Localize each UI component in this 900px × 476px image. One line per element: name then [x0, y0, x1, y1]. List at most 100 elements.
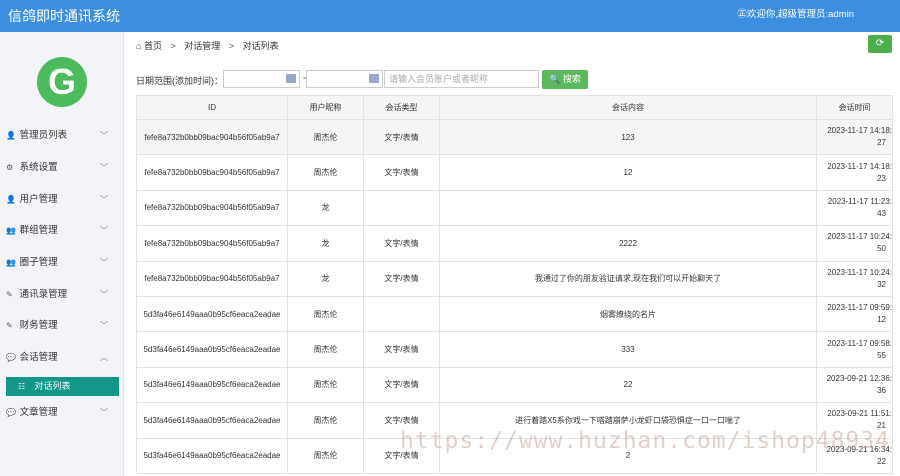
- end-date-input[interactable]: [306, 70, 383, 88]
- cell-id: fefe8a732b0bb09bac904b56f05ab9a7: [136, 118, 288, 156]
- cell-type: 文字/表情: [363, 225, 440, 262]
- cell-time-seconds: 22: [877, 456, 886, 466]
- sidebar-item-label: 圈子管理: [19, 257, 58, 268]
- cell-time-date: 2023-11-17 10:24:: [827, 232, 892, 242]
- cell-content: 333: [439, 331, 817, 368]
- sidebar-item-contacts-management[interactable]: ✎ 通讯录管理 ﹀: [0, 280, 124, 310]
- search-icon: 🔍: [549, 74, 561, 84]
- cell-type: 文字/表情: [363, 260, 440, 297]
- top-bar: 信鸽即时通讯系统 ㊣欢迎你,超级管理员:admin: [0, 0, 900, 32]
- edit-icon: ✎: [6, 321, 13, 330]
- sidebar-item-label: 通讯录管理: [19, 289, 68, 300]
- table-row[interactable]: fefe8a732b0bb09bac904b56f05ab9a7 龙 文字/表情…: [136, 260, 893, 297]
- table-row[interactable]: fefe8a732b0bb09bac904b56f05ab9a7 龙 2023-…: [136, 189, 893, 227]
- date-range-label: 日期范围(添加时间)：: [136, 76, 223, 86]
- sidebar-item-group-management[interactable]: 👥 群组管理 ﹀: [0, 216, 124, 246]
- cell-time: 2023-11-17 09:58: 55: [816, 331, 893, 368]
- cell-nickname: 周杰伦: [287, 366, 364, 404]
- edit-icon: ✎: [6, 290, 13, 299]
- cell-time-date: 2023-11-17 09:59:: [827, 303, 892, 313]
- chevron-down-icon: ﹀: [100, 290, 108, 299]
- column-header-nickname[interactable]: 用户昵称: [287, 95, 364, 120]
- cell-id: fefe8a732b0bb09bac904b56f05ab9a7: [136, 225, 288, 262]
- breadcrumb-separator: >: [228, 41, 235, 51]
- cell-id: 5d3fa46e6149aaa0b95cf6eaca2eadae: [136, 366, 288, 404]
- cell-nickname: 龙: [287, 225, 364, 262]
- sidebar-item-user-management[interactable]: 👤 用户管理 ﹀: [0, 185, 124, 215]
- cell-time-date: 2023-11-17 14:18:: [827, 161, 892, 171]
- cell-nickname: 周杰伦: [287, 331, 364, 368]
- breadcrumb-home[interactable]: 首页: [144, 41, 162, 51]
- cell-type: 文字/表情: [363, 331, 440, 368]
- cell-content: 2222: [439, 225, 817, 262]
- cell-type: [363, 295, 440, 333]
- sidebar-item-conversation-management[interactable]: 💬 会话管理 ︿: [0, 343, 124, 373]
- main-content: ⌂ 首页 > 对话管理 > 对话列表 ⟳ 日期范围(添加时间)： - 请输入会员…: [124, 32, 900, 476]
- sidebar-subitem-conversation-list[interactable]: ☷ 对话列表: [6, 377, 119, 396]
- cell-time-date: 2023-11-17 10:24:: [827, 267, 892, 277]
- cell-time-date: 2023-09-21 11:51:: [827, 409, 892, 419]
- filter-bar: 日期范围(添加时间)： - 请输入会员账户或者昵称 🔍 搜索: [136, 70, 896, 90]
- cell-time-date: 2023-09-21 12:36:: [826, 373, 892, 383]
- sidebar-item-admin-list[interactable]: 👤 管理员列表 ﹀: [0, 121, 124, 151]
- cell-time: 2023-11-17 14:18: 27: [816, 118, 893, 156]
- cell-id: 5d3fa46e6149aaa0b95cf6eaca2eadae: [136, 402, 288, 439]
- table-row[interactable]: 5d3fa46e6149aaa0b95cf6eaca2eadae 周杰伦 文字/…: [136, 366, 893, 404]
- breadcrumb: ⌂ 首页 > 对话管理 > 对话列表: [136, 39, 279, 52]
- cell-nickname: 龙: [287, 189, 364, 227]
- cell-type: [363, 189, 440, 227]
- sidebar-item-label: 文章管理: [19, 407, 58, 418]
- sidebar-item-system-settings[interactable]: ⚙ 系统设置 ﹀: [0, 153, 124, 183]
- conversation-table: ID 用户昵称 会话类型 会话内容 会话时间 fefe8a732b0bb09ba…: [136, 95, 893, 474]
- table-row[interactable]: fefe8a732b0bb09bac904b56f05ab9a7 周杰伦 文字/…: [136, 118, 893, 156]
- sidebar-item-label: 用户管理: [19, 194, 58, 205]
- users-icon: 👥: [6, 258, 16, 267]
- cell-content: 12: [439, 154, 817, 191]
- sidebar: G 👤 管理员列表 ﹀ ⚙ 系统设置 ﹀ 👤 用户管理 ﹀ 👥 群组管理 ﹀ 👥…: [0, 32, 124, 476]
- users-icon: 👥: [6, 226, 16, 235]
- table-row[interactable]: fefe8a732b0bb09bac904b56f05ab9a7 龙 文字/表情…: [136, 225, 893, 262]
- keyword-input[interactable]: 请输入会员账户或者昵称: [384, 70, 539, 88]
- start-date-input[interactable]: [223, 70, 300, 88]
- search-button-label: 搜索: [562, 74, 581, 84]
- column-header-time[interactable]: 会话时间: [816, 95, 893, 120]
- sidebar-item-label: 财务管理: [19, 320, 58, 331]
- sidebar-item-article-management[interactable]: 💬 文章管理 ﹀: [0, 398, 124, 428]
- cell-time-date: 2023-11-17 11:23:: [827, 196, 892, 206]
- cell-time-seconds: 55: [877, 350, 886, 360]
- column-header-id[interactable]: ID: [136, 95, 288, 120]
- sidebar-item-label: 管理员列表: [19, 130, 68, 141]
- cell-time-date: 2023-11-17 14:18:: [827, 126, 892, 136]
- comment-icon: 💬: [6, 353, 16, 362]
- table-row[interactable]: fefe8a732b0bb09bac904b56f05ab9a7 周杰伦 文字/…: [136, 154, 893, 191]
- table-row[interactable]: 5d3fa46e6149aaa0b95cf6eaca2eadae 周杰伦 文字/…: [136, 331, 893, 368]
- comment-icon: 💬: [6, 408, 16, 417]
- welcome-text[interactable]: ㊣欢迎你,超级管理员:admin: [737, 0, 854, 30]
- cell-type: 文字/表情: [363, 366, 440, 404]
- calendar-icon: [369, 74, 379, 83]
- breadcrumb-level2: 对话列表: [242, 41, 279, 51]
- column-header-content[interactable]: 会话内容: [439, 95, 817, 120]
- user-icon: 👤: [6, 131, 16, 140]
- sidebar-item-finance-management[interactable]: ✎ 财务管理 ﹀: [0, 311, 124, 341]
- list-icon: ☷: [18, 382, 26, 391]
- cell-time: 2023-11-17 11:23: 43: [816, 189, 893, 227]
- cell-nickname: 周杰伦: [287, 154, 364, 191]
- cell-nickname: 龙: [287, 260, 364, 297]
- chevron-down-icon: ﹀: [100, 408, 108, 417]
- refresh-icon: ⟳: [875, 38, 885, 49]
- chevron-down-icon: ﹀: [100, 321, 108, 330]
- column-header-type[interactable]: 会话类型: [363, 95, 440, 120]
- sidebar-item-label: 群组管理: [19, 225, 58, 236]
- cell-time-seconds: 12: [877, 315, 886, 325]
- cell-content: 22: [439, 366, 817, 404]
- chevron-down-icon: ﹀: [100, 163, 108, 172]
- cell-type: 文字/表情: [363, 154, 440, 191]
- sidebar-item-label: 系统设置: [19, 162, 58, 173]
- sidebar-item-circle-management[interactable]: 👥 圈子管理 ﹀: [0, 248, 124, 278]
- breadcrumb-level1[interactable]: 对话管理: [184, 41, 220, 51]
- search-button[interactable]: 🔍 搜索: [542, 70, 588, 89]
- cell-time-seconds: 23: [877, 173, 886, 183]
- refresh-button[interactable]: ⟳: [868, 35, 892, 53]
- table-row[interactable]: 5d3fa46e6149aaa0b95cf6eaca2eadae 周杰伦 烟雾缭…: [136, 295, 893, 333]
